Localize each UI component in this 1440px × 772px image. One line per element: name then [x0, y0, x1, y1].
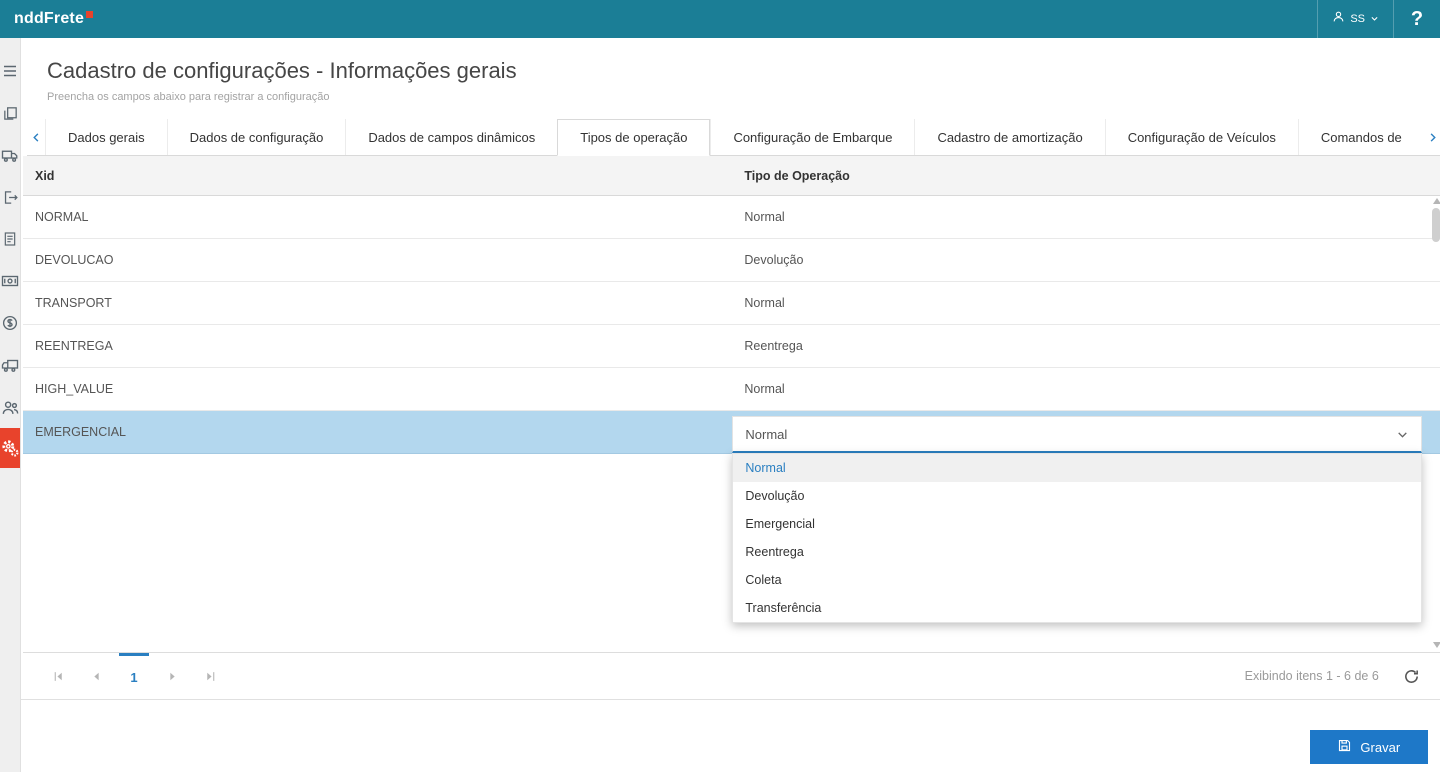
tab-dados-de-configuracao[interactable]: Dados de configuração [167, 119, 346, 155]
cell-xid: EMERGENCIAL [23, 425, 732, 439]
page-title: Cadastro de configurações - Informações … [47, 58, 1440, 84]
table-row[interactable]: HIGH_VALUE Normal [23, 368, 1440, 411]
topbar-right: SS ? [1317, 0, 1440, 38]
cell-xid: TRANSPORT [23, 296, 732, 310]
table-header-row: Xid Tipo de Operação [23, 156, 1440, 196]
cell-xid: NORMAL [23, 210, 732, 224]
sign-out-icon[interactable] [0, 176, 20, 218]
chevron-down-icon [1370, 10, 1379, 28]
tab-bar: Dados gerais Dados de configuração Dados… [27, 119, 1440, 156]
chevron-down-icon[interactable] [1396, 428, 1409, 441]
tabs-scroll-right-icon[interactable] [1424, 119, 1440, 155]
scrollbar-thumb[interactable] [1432, 208, 1440, 242]
option-reentrega[interactable]: Reentrega [733, 538, 1420, 566]
tab-configuracao-de-embarque[interactable]: Configuração de Embarque [710, 119, 914, 155]
copy-icon[interactable] [0, 92, 20, 134]
first-page-icon[interactable] [43, 653, 73, 699]
option-transferencia[interactable]: Transferência [733, 594, 1420, 622]
menu-icon[interactable] [0, 50, 20, 92]
table-row[interactable]: REENTREGA Reentrega [23, 325, 1440, 368]
users-icon[interactable] [0, 386, 20, 428]
pagination-bar: 1 Exibindo itens 1 - 6 de 6 [21, 653, 1440, 699]
page-subtitle: Preencha os campos abaixo para registrar… [47, 91, 1440, 103]
brand-red-square [86, 11, 93, 18]
table-row[interactable]: DEVOLUCAO Devolução [23, 239, 1440, 282]
save-disk-icon [1337, 738, 1352, 756]
tab-dados-de-campos-dinamicos[interactable]: Dados de campos dinâmicos [345, 119, 557, 155]
option-coleta[interactable]: Coleta [733, 566, 1420, 594]
brand-logo[interactable]: nddFrete [0, 10, 93, 28]
user-icon [1332, 10, 1345, 28]
shipping-truck-icon[interactable] [0, 344, 20, 386]
tab-configuracao-de-veiculos[interactable]: Configuração de Veículos [1105, 119, 1298, 155]
main-content: Cadastro de configurações - Informações … [21, 38, 1440, 772]
combobox-options-panel: Normal Devolução Emergencial Reentrega C… [732, 453, 1421, 623]
settings-gears-icon[interactable] [0, 428, 20, 468]
save-button[interactable]: Gravar [1310, 730, 1428, 764]
currency-exchange-icon[interactable] [0, 302, 20, 344]
cell-xid: DEVOLUCAO [23, 253, 732, 267]
topbar: nddFrete SS ? [0, 0, 1440, 38]
cell-tipo: Reentrega [732, 339, 1440, 353]
page-number-current[interactable]: 1 [119, 653, 149, 699]
cell-tipo-editor: Normal Normal Devolução Emergencial Reen… [732, 411, 1440, 453]
cell-tipo: Normal [732, 210, 1440, 224]
cell-tipo: Normal [732, 296, 1440, 310]
next-page-icon[interactable] [157, 653, 187, 699]
tabs-scroll-left-icon[interactable] [27, 119, 45, 155]
column-header-xid[interactable]: Xid [23, 169, 732, 183]
banknote-icon[interactable] [0, 260, 20, 302]
table-row[interactable]: TRANSPORT Normal [23, 282, 1440, 325]
operation-types-table: Xid Tipo de Operação NORMAL Normal DEVOL… [23, 156, 1440, 653]
cell-xid: REENTREGA [23, 339, 732, 353]
table-row-selected[interactable]: EMERGENCIAL Normal Normal Devolução Emer… [23, 411, 1440, 454]
previous-page-icon[interactable] [81, 653, 111, 699]
footer-bar: Gravar [21, 699, 1440, 772]
option-normal[interactable]: Normal [733, 454, 1420, 482]
scroll-down-icon[interactable] [1433, 642, 1440, 648]
user-initials: SS [1350, 13, 1365, 25]
truck-icon[interactable] [0, 134, 20, 176]
cell-tipo: Normal [732, 382, 1440, 396]
table-row[interactable]: NORMAL Normal [23, 196, 1440, 239]
tab-comandos-de[interactable]: Comandos de [1298, 119, 1424, 155]
tab-tipos-de-operacao[interactable]: Tipos de operação [557, 119, 710, 156]
column-header-tipo[interactable]: Tipo de Operação [732, 169, 1440, 183]
combobox-value: Normal [745, 427, 787, 442]
pagination-status: Exibindo itens 1 - 6 de 6 [1245, 669, 1379, 683]
brand-text: nddFrete [14, 10, 84, 27]
cell-xid: HIGH_VALUE [23, 382, 732, 396]
tab-cadastro-de-amortizacao[interactable]: Cadastro de amortização [914, 119, 1104, 155]
option-devolucao[interactable]: Devolução [733, 482, 1420, 510]
tab-dados-gerais[interactable]: Dados gerais [45, 119, 167, 155]
sidebar [0, 38, 21, 772]
cell-tipo: Devolução [732, 253, 1440, 267]
tipo-operacao-combobox[interactable]: Normal [732, 416, 1421, 453]
option-emergencial[interactable]: Emergencial [733, 510, 1420, 538]
user-menu[interactable]: SS [1317, 0, 1394, 38]
document-icon[interactable] [0, 218, 20, 260]
title-block: Cadastro de configurações - Informações … [21, 38, 1440, 103]
scroll-up-icon[interactable] [1433, 198, 1440, 204]
save-button-label: Gravar [1360, 740, 1400, 755]
table-scrollbar[interactable] [1431, 198, 1440, 648]
help-button[interactable]: ? [1394, 0, 1440, 38]
last-page-icon[interactable] [195, 653, 225, 699]
refresh-icon[interactable] [1403, 668, 1420, 685]
